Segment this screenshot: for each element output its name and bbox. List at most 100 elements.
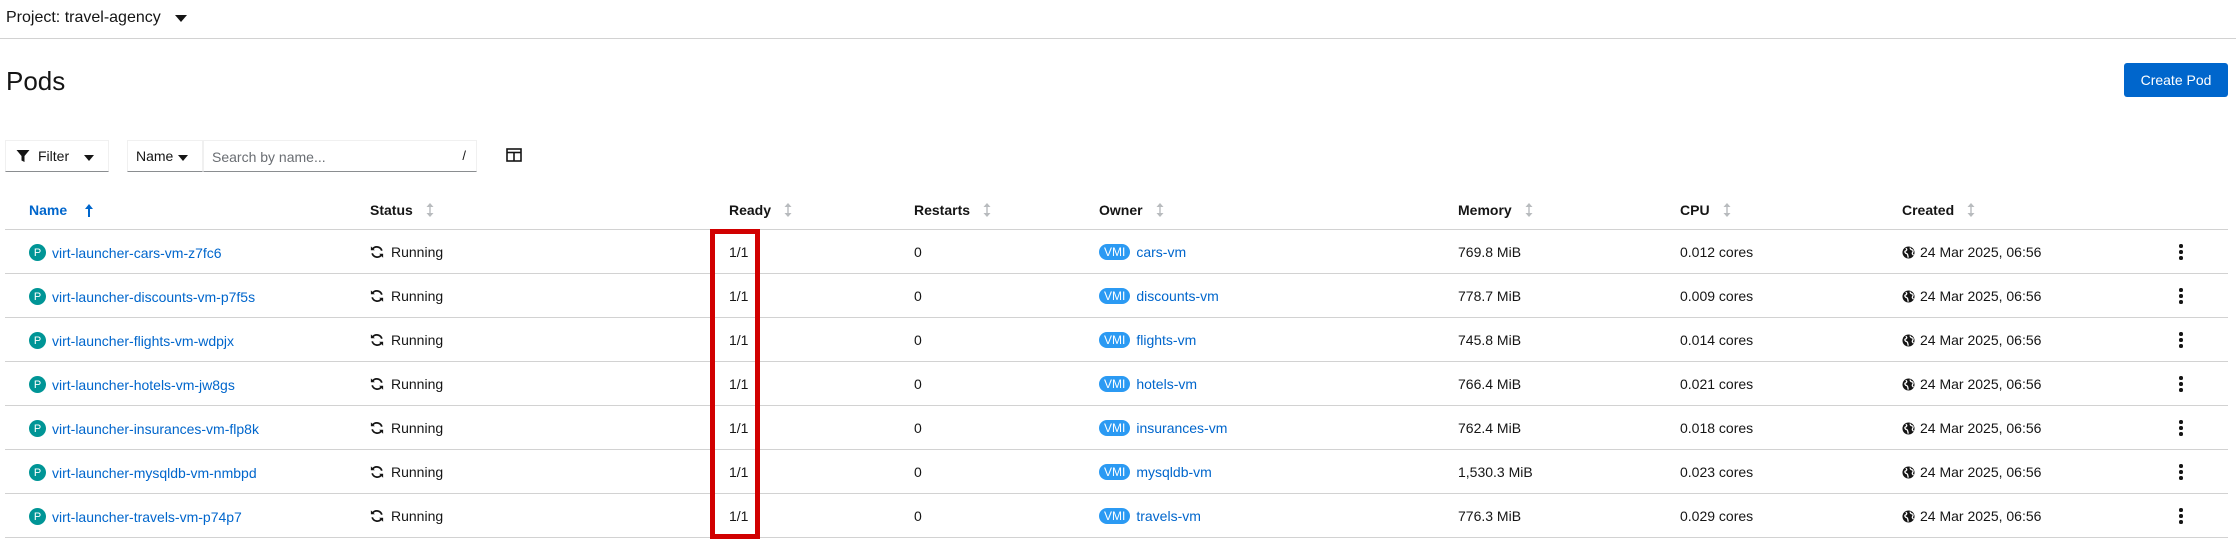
row-actions-kebab-icon[interactable]: [2173, 506, 2189, 526]
sync-icon: [370, 290, 384, 302]
created-cell: 24 Mar 2025, 06:56: [1902, 508, 2041, 524]
row-actions-kebab-icon[interactable]: [2173, 286, 2189, 306]
name-filter-label: Name: [136, 148, 174, 164]
column-header-owner[interactable]: Owner: [1099, 202, 1165, 218]
status-text: Running: [391, 244, 444, 260]
manage-columns-icon[interactable]: [506, 148, 522, 162]
owner-link[interactable]: flights-vm: [1136, 332, 1196, 348]
column-header-memory[interactable]: Memory: [1458, 202, 1534, 218]
pod-name-link[interactable]: virt-launcher-travels-vm-p74p7: [52, 509, 242, 525]
cpu-cell: 0.018 cores: [1680, 420, 1754, 436]
name-filter-dropdown[interactable]: Name: [127, 140, 203, 172]
memory-cell: 766.4 MiB: [1458, 376, 1522, 392]
restarts-cell: 0: [914, 288, 922, 304]
column-header-created[interactable]: Created: [1902, 202, 1976, 218]
globe-icon: [1902, 509, 1915, 523]
owner-link[interactable]: cars-vm: [1136, 244, 1186, 260]
owner-link[interactable]: discounts-vm: [1136, 288, 1218, 304]
memory-cell: 1,530.3 MiB: [1458, 464, 1533, 480]
sort-icon: [426, 203, 434, 217]
table-row: P virt-launcher-discounts-vm-p7f5s Runni…: [5, 274, 2228, 318]
column-header-restarts[interactable]: Restarts: [914, 202, 992, 218]
status-cell: Running: [370, 508, 443, 524]
pod-name-cell: P virt-launcher-cars-vm-z7fc6: [29, 244, 222, 261]
row-actions-kebab-icon[interactable]: [2173, 462, 2189, 482]
restarts-cell: 0: [914, 420, 922, 436]
row-actions-kebab-icon[interactable]: [2173, 418, 2189, 438]
cpu-cell: 0.014 cores: [1680, 332, 1754, 348]
owner-cell: VMI insurances-vm: [1099, 420, 1227, 436]
restarts-cell: 0: [914, 244, 922, 260]
table-body: P virt-launcher-cars-vm-z7fc6 Running 1/…: [5, 230, 2228, 538]
owner-cell: VMI cars-vm: [1099, 244, 1186, 260]
vmi-badge: VMI: [1099, 508, 1131, 524]
status-cell: Running: [370, 244, 443, 260]
vmi-badge: VMI: [1099, 288, 1131, 304]
created-text: 24 Mar 2025, 06:56: [1920, 244, 2042, 260]
pod-name-cell: P virt-launcher-flights-vm-wdpjx: [29, 332, 234, 349]
column-header-status[interactable]: Status: [370, 202, 435, 218]
globe-icon: [1902, 289, 1915, 303]
pods-table: Name Status Ready Restarts Owner Memory …: [5, 189, 2228, 538]
table-row: P virt-launcher-travels-vm-p74p7 Running…: [5, 494, 2228, 538]
restarts-cell: 0: [914, 332, 922, 348]
ready-cell: 1/1: [729, 376, 749, 392]
created-text: 24 Mar 2025, 06:56: [1920, 376, 2042, 392]
pods-page: Project: travel-agency Pods Create Pod F…: [0, 0, 2236, 545]
sync-icon: [370, 466, 384, 478]
search-box: /: [203, 140, 477, 172]
project-bar: Project: travel-agency: [0, 0, 2236, 39]
owner-link[interactable]: mysqldb-vm: [1136, 464, 1211, 480]
restarts-cell: 0: [914, 508, 922, 524]
sync-icon: [370, 510, 384, 522]
sort-icon: [1967, 203, 1975, 217]
sort-icon: [784, 203, 792, 217]
created-cell: 24 Mar 2025, 06:56: [1902, 420, 2041, 436]
status-text: Running: [391, 464, 444, 480]
cpu-cell: 0.029 cores: [1680, 508, 1754, 524]
pod-badge: P: [29, 376, 46, 393]
project-selector[interactable]: Project: travel-agency: [6, 6, 187, 30]
pod-name-cell: P virt-launcher-travels-vm-p74p7: [29, 508, 242, 525]
pod-badge: P: [29, 420, 46, 437]
pod-name-cell: P virt-launcher-hotels-vm-jw8gs: [29, 376, 235, 393]
sort-icon: [1156, 203, 1164, 217]
owner-link[interactable]: insurances-vm: [1136, 420, 1227, 436]
status-text: Running: [391, 332, 444, 348]
pod-badge: P: [29, 332, 46, 349]
column-header-name[interactable]: Name: [29, 202, 94, 218]
pod-name-link[interactable]: virt-launcher-insurances-vm-flp8k: [52, 421, 259, 437]
pod-name-link[interactable]: virt-launcher-mysqldb-vm-nmbpd: [52, 465, 257, 481]
ready-cell: 1/1: [729, 244, 749, 260]
pod-name-link[interactable]: virt-launcher-hotels-vm-jw8gs: [52, 377, 235, 393]
globe-icon: [1902, 245, 1915, 259]
search-input[interactable]: [210, 145, 454, 169]
row-actions-kebab-icon[interactable]: [2173, 330, 2189, 350]
owner-cell: VMI discounts-vm: [1099, 288, 1219, 304]
owner-cell: VMI hotels-vm: [1099, 376, 1197, 392]
pod-name-link[interactable]: virt-launcher-discounts-vm-p7f5s: [52, 289, 255, 305]
owner-link[interactable]: travels-vm: [1136, 508, 1201, 524]
table-row: P virt-launcher-flights-vm-wdpjx Running…: [5, 318, 2228, 362]
table-row: P virt-launcher-cars-vm-z7fc6 Running 1/…: [5, 230, 2228, 274]
owner-link[interactable]: hotels-vm: [1136, 376, 1197, 392]
status-cell: Running: [370, 288, 443, 304]
create-pod-button[interactable]: Create Pod: [2124, 63, 2228, 97]
status-text: Running: [391, 376, 444, 392]
column-header-ready[interactable]: Ready: [729, 202, 793, 218]
caret-down-icon: [174, 14, 187, 22]
pod-name-link[interactable]: virt-launcher-flights-vm-wdpjx: [52, 333, 234, 349]
ready-cell: 1/1: [729, 332, 749, 348]
column-header-cpu[interactable]: CPU: [1680, 202, 1732, 218]
globe-icon: [1902, 465, 1915, 479]
pod-name-link[interactable]: virt-launcher-cars-vm-z7fc6: [52, 245, 222, 261]
row-actions-kebab-icon[interactable]: [2173, 242, 2189, 262]
created-cell: 24 Mar 2025, 06:56: [1902, 332, 2041, 348]
owner-cell: VMI mysqldb-vm: [1099, 464, 1212, 480]
vmi-badge: VMI: [1099, 332, 1131, 348]
row-actions-kebab-icon[interactable]: [2173, 374, 2189, 394]
filter-icon: [16, 150, 30, 162]
filter-label: Filter: [38, 148, 70, 164]
vmi-badge: VMI: [1099, 464, 1131, 480]
filter-dropdown[interactable]: Filter: [5, 140, 109, 172]
